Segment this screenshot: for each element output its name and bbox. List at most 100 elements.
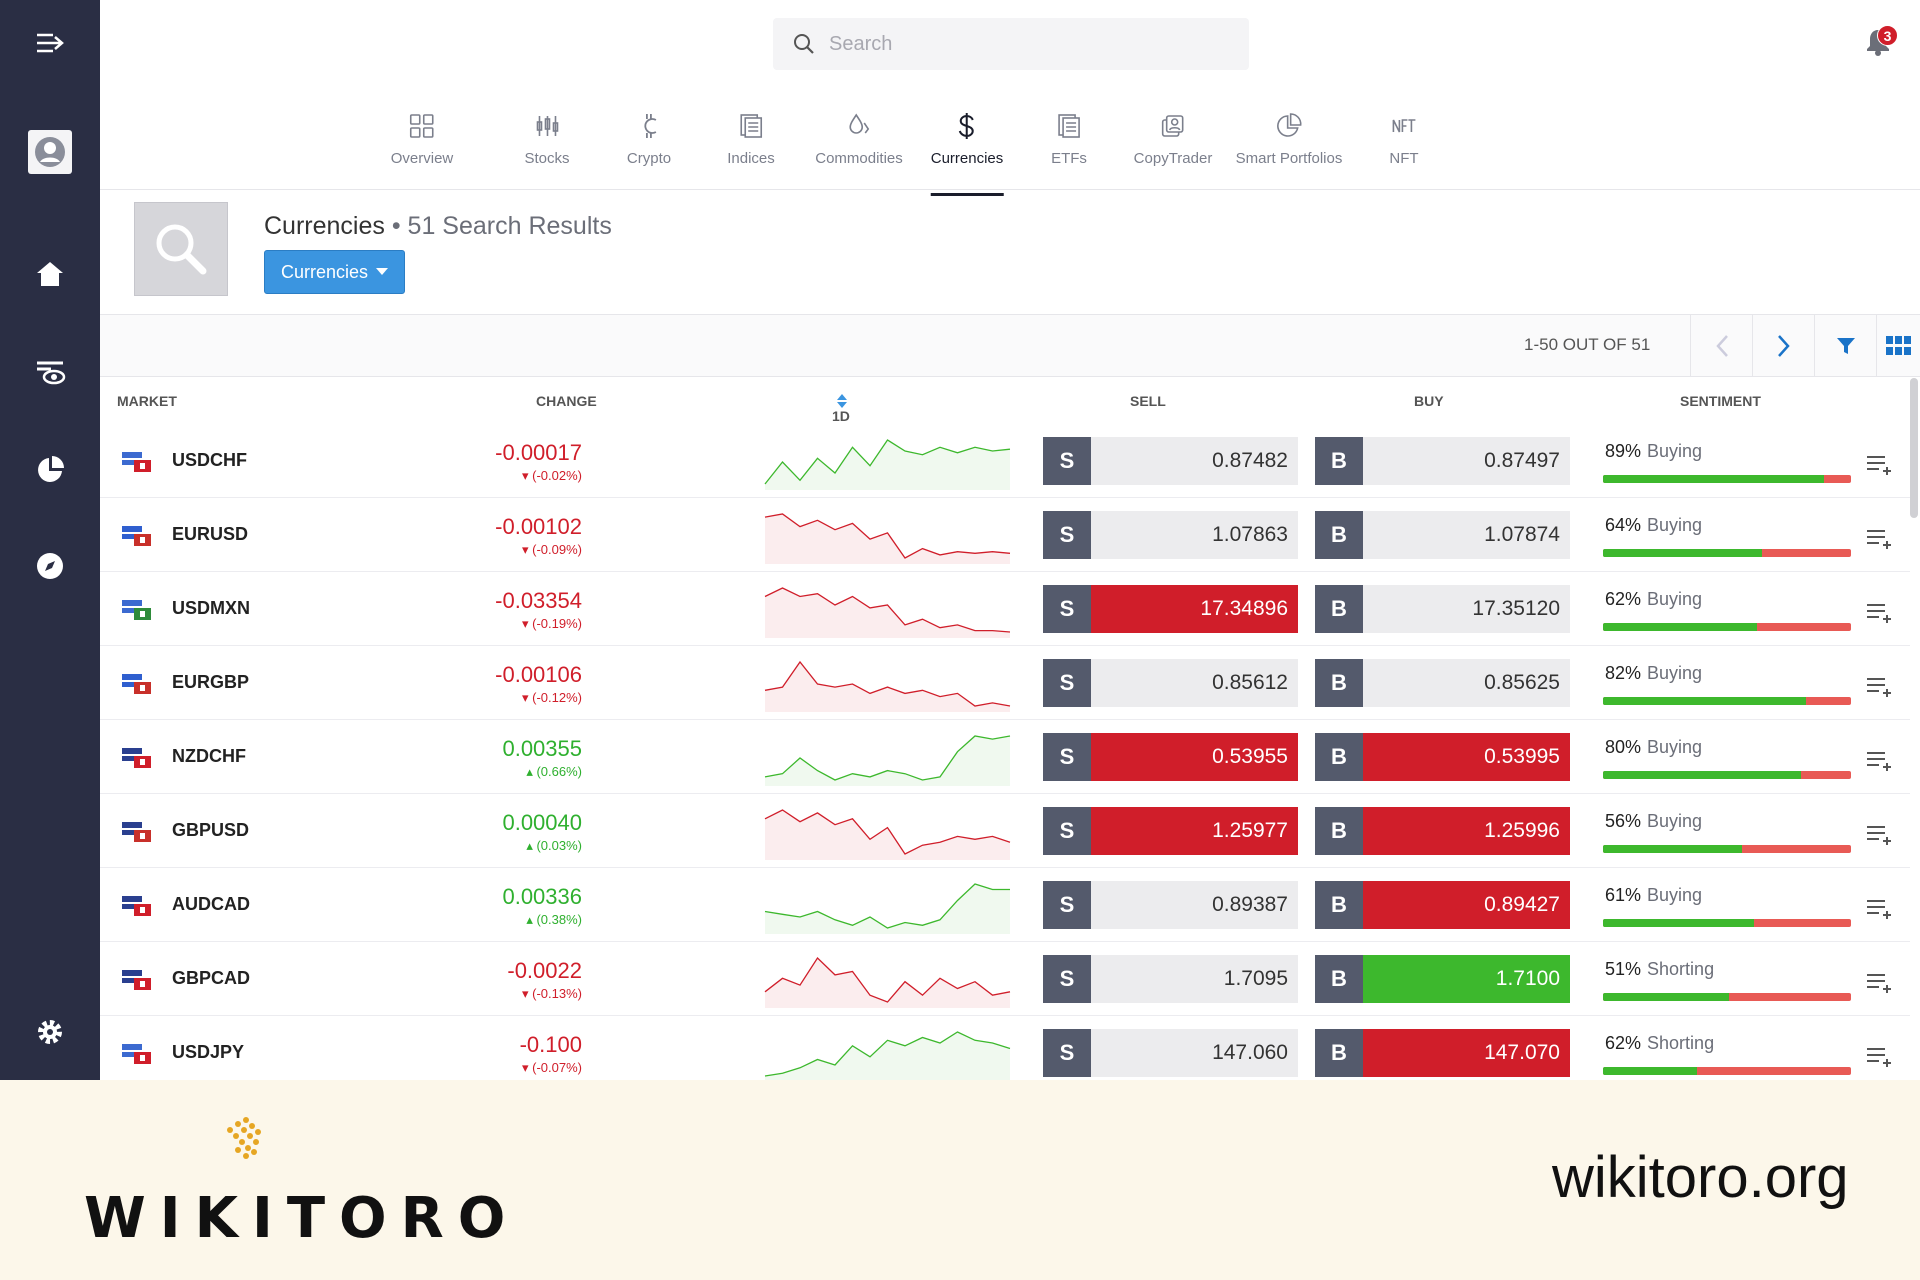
change-value: -0.0022 [507, 958, 582, 983]
table-row[interactable]: USDCHF -0.00017 ▾ (-0.02%) S 0.87482 B 0… [100, 424, 1910, 498]
add-to-list-icon[interactable] [1866, 528, 1892, 550]
add-to-list-icon[interactable] [1866, 676, 1892, 698]
buy-button[interactable]: B 1.07874 [1315, 511, 1570, 559]
tab-label: Stocks [524, 150, 570, 167]
collapse-menu-icon[interactable] [0, 28, 100, 58]
tab-copytrader[interactable]: CopyTrader [1134, 108, 1212, 167]
col-change[interactable]: CHANGE [536, 393, 597, 409]
market-symbol[interactable]: USDJPY [172, 1042, 244, 1063]
market-symbol[interactable]: USDCHF [172, 450, 247, 471]
buy-button[interactable]: B 0.87497 [1315, 437, 1570, 485]
change-percent-text: (-0.12%) [532, 690, 582, 705]
sell-button[interactable]: S 17.34896 [1043, 585, 1298, 633]
notifications-bell-icon[interactable]: 3 [1865, 25, 1898, 61]
market-symbol[interactable]: EURGBP [172, 672, 249, 693]
sentiment-bar-fill [1603, 845, 1742, 853]
market-symbol[interactable]: NZDCHF [172, 746, 246, 767]
sell-label: S [1043, 437, 1091, 485]
col-sentiment[interactable]: SENTIMENT [1680, 393, 1761, 409]
buy-button[interactable]: B 17.35120 [1315, 585, 1570, 633]
sell-button[interactable]: S 1.07863 [1043, 511, 1298, 559]
add-to-list-icon[interactable] [1866, 602, 1892, 624]
dropdown-label: Currencies [280, 261, 369, 282]
sell-button[interactable]: S 1.25977 [1043, 807, 1298, 855]
table-row[interactable]: USDMXN -0.03354 ▾ (-0.19%) S 17.34896 B … [100, 572, 1910, 646]
market-symbol[interactable]: GBPUSD [172, 820, 249, 841]
tab-commodities[interactable]: Commodities [815, 108, 903, 167]
col-buy[interactable]: BUY [1414, 393, 1444, 409]
col-market[interactable]: MARKET [117, 393, 177, 409]
add-to-list-icon[interactable] [1866, 824, 1892, 846]
buy-label: B [1315, 881, 1363, 929]
buy-button[interactable]: B 147.070 [1315, 1029, 1570, 1077]
search-bar[interactable] [773, 18, 1249, 70]
add-to-list-icon[interactable] [1866, 454, 1892, 476]
user-avatar-icon[interactable] [0, 128, 100, 176]
sell-button[interactable]: S 0.87482 [1043, 437, 1298, 485]
grid-view-button[interactable] [1876, 315, 1920, 377]
table-row[interactable]: EURUSD -0.00102 ▾ (-0.09%) S 1.07863 B 1… [100, 498, 1910, 572]
sentiment-text: 62% Shorting [1605, 1033, 1714, 1054]
category-dropdown-button[interactable]: Currencies [264, 250, 405, 294]
sell-button[interactable]: S 1.7095 [1043, 955, 1298, 1003]
title-separator: • [391, 212, 401, 240]
table-row[interactable]: GBPCAD -0.0022 ▾ (-0.13%) S 1.7095 B 1.7… [100, 942, 1910, 1016]
tab-label: Crypto [626, 150, 672, 167]
sell-button[interactable]: S 0.53955 [1043, 733, 1298, 781]
table-row[interactable]: NZDCHF 0.00355 ▴ (0.66%) S 0.53955 B 0.5… [100, 720, 1910, 794]
table-row[interactable]: GBPUSD 0.00040 ▴ (0.03%) S 1.25977 B 1.2… [100, 794, 1910, 868]
tab-overview[interactable]: Overview [391, 108, 453, 167]
market-symbol[interactable]: USDMXN [172, 598, 250, 619]
tab-currencies[interactable]: Currencies [930, 108, 1004, 196]
currency-pair-flag-icon [122, 600, 151, 620]
sidebar [0, 0, 100, 1080]
market-symbol[interactable]: AUDCAD [172, 894, 250, 915]
col-sell[interactable]: SELL [1130, 393, 1166, 409]
sell-button[interactable]: S 0.85612 [1043, 659, 1298, 707]
table-row[interactable]: AUDCAD 0.00336 ▴ (0.38%) S 0.89387 B 0.8… [100, 868, 1910, 942]
portfolio-pie-icon[interactable] [0, 454, 100, 486]
sell-price: 0.87482 [1091, 437, 1298, 485]
sell-button[interactable]: S 0.89387 [1043, 881, 1298, 929]
table-scrollbar[interactable] [1910, 378, 1918, 518]
pagination-bar: 1-50 OUT OF 51 [100, 315, 1920, 377]
tab-smart-portfolios[interactable]: Smart Portfolios [1236, 108, 1342, 167]
filter-button[interactable] [1814, 315, 1876, 377]
sentiment-text: 64% Buying [1605, 515, 1702, 536]
currency-pair-flag-icon [122, 1044, 151, 1064]
tab-etfs[interactable]: ETFs [1051, 108, 1087, 167]
settings-gear-icon[interactable] [0, 1016, 100, 1048]
buy-button[interactable]: B 0.85625 [1315, 659, 1570, 707]
market-symbol[interactable]: GBPCAD [172, 968, 250, 989]
tab-nft[interactable]: NFT [1389, 108, 1419, 167]
sentiment-word: Buying [1647, 885, 1703, 905]
table-row[interactable]: USDJPY -0.100 ▾ (-0.07%) S 147.060 B 147… [100, 1016, 1910, 1090]
watchlist-icon[interactable] [0, 356, 100, 388]
buy-button[interactable]: B 1.25996 [1315, 807, 1570, 855]
add-to-list-icon[interactable] [1866, 898, 1892, 920]
home-icon[interactable] [0, 258, 100, 290]
buy-button[interactable]: B 1.7100 [1315, 955, 1570, 1003]
tab-stocks[interactable]: Stocks [524, 108, 570, 167]
add-to-list-icon[interactable] [1866, 972, 1892, 994]
change-value: 0.00336 [502, 884, 582, 909]
add-to-list-icon[interactable] [1866, 1046, 1892, 1068]
dollar-icon [931, 108, 1004, 144]
prev-page-button[interactable] [1690, 315, 1752, 377]
buy-label: B [1315, 733, 1363, 781]
buy-button[interactable]: B 0.53995 [1315, 733, 1570, 781]
add-to-list-icon[interactable] [1866, 750, 1892, 772]
buy-button[interactable]: B 0.89427 [1315, 881, 1570, 929]
sell-button[interactable]: S 147.060 [1043, 1029, 1298, 1077]
discover-compass-icon[interactable] [0, 550, 100, 582]
tab-crypto[interactable]: Crypto [627, 108, 671, 167]
search-input[interactable] [829, 32, 1229, 56]
sentiment-text: 62% Buying [1605, 589, 1702, 610]
sell-label: S [1043, 585, 1091, 633]
change-percent-text: (-0.09%) [532, 542, 582, 557]
table-row[interactable]: EURGBP -0.00106 ▾ (-0.12%) S 0.85612 B 0… [100, 646, 1910, 720]
col-period[interactable]: 1D [832, 393, 850, 424]
tab-indices[interactable]: Indices [727, 108, 775, 167]
market-symbol[interactable]: EURUSD [172, 524, 248, 545]
next-page-button[interactable] [1752, 315, 1814, 377]
